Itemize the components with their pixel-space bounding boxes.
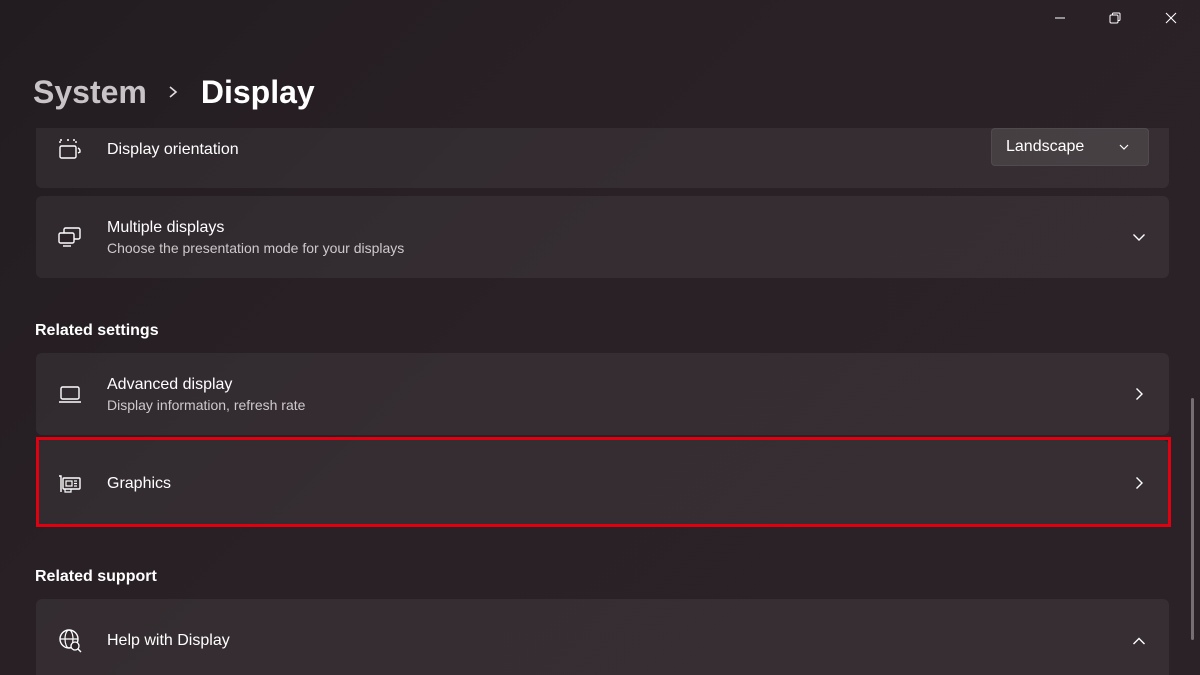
laptop-icon	[56, 380, 84, 408]
multiple-displays-card[interactable]: Multiple displays Choose the presentatio…	[36, 196, 1169, 278]
graphics-title: Graphics	[107, 475, 172, 492]
related-support-header: Related support	[35, 568, 157, 585]
minimize-button[interactable]	[1032, 0, 1088, 36]
chevron-down-icon[interactable]	[1131, 229, 1147, 245]
chevron-right-icon	[1131, 475, 1147, 491]
chevron-right-icon	[167, 85, 179, 99]
display-orientation-card: Display orientation Landscape	[36, 128, 1169, 188]
multiple-displays-description: Choose the presentation mode for your di…	[107, 240, 405, 256]
chevron-right-icon	[1131, 386, 1147, 402]
multiple-displays-title: Multiple displays	[107, 219, 225, 236]
graphics-card[interactable]: Graphics	[36, 440, 1169, 526]
orientation-dropdown-value: Landscape	[1006, 138, 1085, 155]
restore-button[interactable]	[1087, 0, 1143, 36]
help-with-display-title: Help with Display	[107, 632, 230, 649]
multiple-displays-icon	[56, 223, 84, 251]
help-with-display-card[interactable]: Help with Display	[36, 599, 1169, 675]
related-settings-header: Related settings	[35, 322, 159, 339]
globe-help-icon	[56, 626, 84, 654]
chevron-down-icon	[1119, 144, 1129, 150]
close-button[interactable]	[1143, 0, 1199, 36]
breadcrumb-system-link[interactable]: System	[33, 74, 147, 111]
advanced-display-card[interactable]: Advanced display Display information, re…	[36, 353, 1169, 435]
close-icon	[1165, 12, 1177, 24]
orientation-dropdown[interactable]: Landscape	[991, 128, 1149, 166]
display-orientation-icon	[56, 136, 84, 164]
scrollbar[interactable]	[1191, 398, 1194, 640]
restore-icon	[1109, 12, 1121, 24]
minimize-icon	[1055, 17, 1065, 19]
page-title: Display	[200, 73, 315, 110]
chevron-up-icon[interactable]	[1131, 633, 1147, 649]
advanced-display-title: Advanced display	[107, 376, 233, 393]
display-orientation-title: Display orientation	[107, 141, 239, 158]
graphics-card-icon	[56, 470, 84, 498]
breadcrumb: System Display	[33, 70, 315, 114]
advanced-display-description: Display information, refresh rate	[107, 397, 306, 413]
